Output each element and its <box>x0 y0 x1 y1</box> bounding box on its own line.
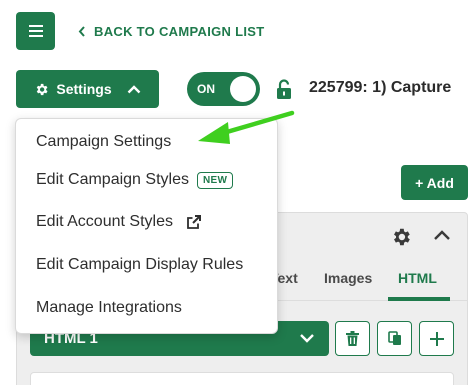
panel-gear-icon[interactable] <box>390 226 412 253</box>
back-to-campaign-list-link[interactable]: BACK TO CAMPAIGN LIST <box>78 24 264 39</box>
hamburger-icon <box>28 25 43 37</box>
toggle-label: ON <box>197 82 215 96</box>
menu-item-edit-campaign-display-rules[interactable]: Edit Campaign Display Rules <box>36 256 243 274</box>
add-button[interactable]: + Add <box>401 165 468 200</box>
menu-item-label: Edit Campaign Display Rules <box>36 256 244 273</box>
menu-item-label: Campaign Settings <box>36 133 172 150</box>
menu-item-label: Edit Account Styles <box>36 213 173 230</box>
settings-button-label: Settings <box>56 81 112 97</box>
html-editor-area[interactable] <box>30 372 454 385</box>
menu-item-edit-campaign-styles[interactable]: Edit Campaign Styles NEW <box>36 171 234 189</box>
active-tab-indicator <box>388 297 450 301</box>
lock-open-icon[interactable] <box>276 79 292 104</box>
chevron-left-icon <box>78 26 85 37</box>
campaign-on-toggle[interactable]: ON <box>187 72 260 106</box>
add-html-button[interactable] <box>419 321 454 356</box>
menu-item-manage-integrations[interactable]: Manage Integrations <box>36 299 182 317</box>
menu-item-campaign-settings[interactable]: Campaign Settings <box>36 133 171 151</box>
settings-dropdown-menu: Campaign Settings Edit Campaign Styles N… <box>15 118 278 334</box>
menu-item-label: Edit Campaign Styles <box>36 171 189 188</box>
tab-images[interactable]: Images <box>324 270 372 286</box>
tab-html[interactable]: HTML <box>398 270 437 286</box>
chevron-down-icon <box>300 334 314 343</box>
menu-item-edit-account-styles[interactable]: Edit Account Styles <box>36 213 201 231</box>
new-badge: NEW <box>196 171 234 189</box>
campaign-title: 225799: 1) Capture <box>309 79 452 96</box>
trash-icon <box>346 331 359 346</box>
gear-icon <box>37 83 48 95</box>
plus-icon <box>429 331 444 346</box>
delete-html-button[interactable] <box>335 321 370 356</box>
settings-button[interactable]: Settings <box>16 70 159 108</box>
toggle-knob <box>230 76 256 102</box>
duplicate-html-button[interactable] <box>377 321 412 356</box>
chevron-up-icon <box>127 84 140 93</box>
copy-icon <box>387 331 401 345</box>
menu-item-label: Manage Integrations <box>36 299 182 316</box>
external-link-icon <box>187 215 201 229</box>
panel-collapse-chevron-up-icon[interactable] <box>432 226 452 251</box>
back-link-label: BACK TO CAMPAIGN LIST <box>94 24 265 39</box>
menu-button[interactable] <box>16 12 55 50</box>
